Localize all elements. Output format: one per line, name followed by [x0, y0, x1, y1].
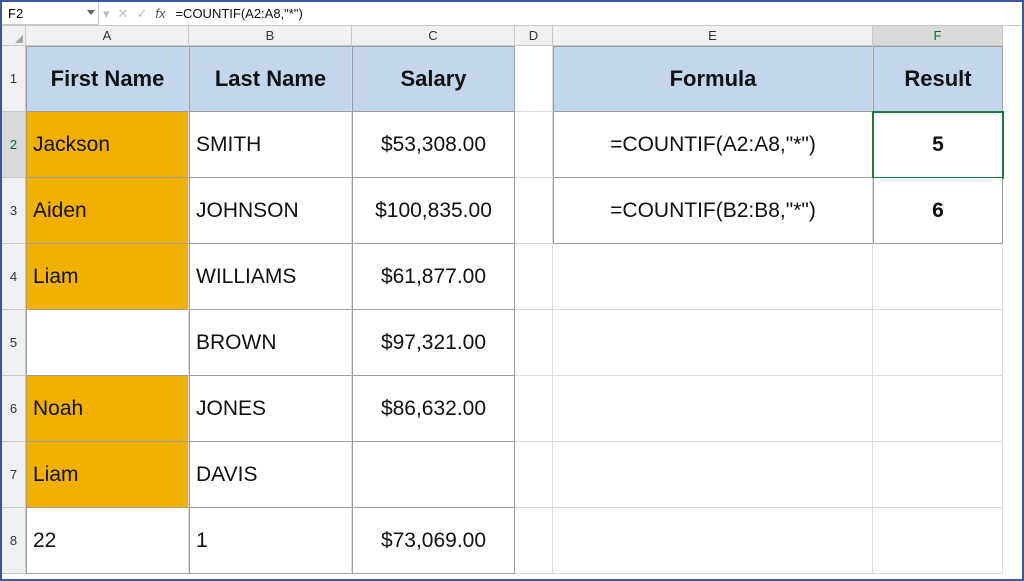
col-header-b[interactable]: B	[189, 26, 352, 46]
chevron-down-icon[interactable]	[87, 10, 95, 15]
cell-a3[interactable]: Aiden	[26, 178, 189, 244]
cell-f8[interactable]	[873, 508, 1003, 574]
cell-b8[interactable]: 1	[189, 508, 352, 574]
cell-a7[interactable]: Liam	[26, 442, 189, 508]
cell-d1[interactable]	[515, 46, 553, 112]
cell-c6[interactable]: $86,632.00	[352, 376, 515, 442]
cell-e5[interactable]	[553, 310, 873, 376]
cell-c4[interactable]: $61,877.00	[352, 244, 515, 310]
cell-d5[interactable]	[515, 310, 553, 376]
cell-a2[interactable]: Jackson	[26, 112, 189, 178]
formula-bar: F2 ▾ ✕ ✓ fx =COUNTIF(A2:A8,"*")	[2, 2, 1022, 26]
header-salary[interactable]: Salary	[352, 46, 515, 112]
formula-input[interactable]: =COUNTIF(A2:A8,"*")	[169, 6, 1022, 21]
cell-f6[interactable]	[873, 376, 1003, 442]
cell-a5[interactable]	[26, 310, 189, 376]
confirm-icon[interactable]: ✓	[136, 6, 147, 22]
cell-a6[interactable]: Noah	[26, 376, 189, 442]
cell-d4[interactable]	[515, 244, 553, 310]
cell-f3[interactable]: 6	[873, 178, 1003, 244]
cell-d3[interactable]	[515, 178, 553, 244]
row-header-4[interactable]: 4	[2, 244, 26, 310]
cell-d8[interactable]	[515, 508, 553, 574]
header-result[interactable]: Result	[873, 46, 1003, 112]
formula-bar-buttons: ▾ ✕ ✓ fx	[99, 6, 169, 22]
cell-e4[interactable]	[553, 244, 873, 310]
col-header-d[interactable]: D	[515, 26, 553, 46]
fx-icon[interactable]: fx	[155, 6, 165, 21]
cell-a4[interactable]: Liam	[26, 244, 189, 310]
cell-b3[interactable]: JOHNSON	[189, 178, 352, 244]
cell-b6[interactable]: JONES	[189, 376, 352, 442]
header-last-name[interactable]: Last Name	[189, 46, 352, 112]
cell-e2[interactable]: =COUNTIF(A2:A8,"*")	[553, 112, 873, 178]
row-header-3[interactable]: 3	[2, 178, 26, 244]
dropdown-icon[interactable]: ▾	[103, 6, 110, 22]
name-box-value: F2	[8, 6, 23, 21]
cell-f2-active[interactable]: 5	[873, 112, 1003, 178]
name-box[interactable]: F2	[2, 3, 99, 25]
col-header-c[interactable]: C	[352, 26, 515, 46]
cell-b2[interactable]: SMITH	[189, 112, 352, 178]
col-header-e[interactable]: E	[553, 26, 873, 46]
cell-c3[interactable]: $100,835.00	[352, 178, 515, 244]
cell-b7[interactable]: DAVIS	[189, 442, 352, 508]
row-header-5[interactable]: 5	[2, 310, 26, 376]
cell-f4[interactable]	[873, 244, 1003, 310]
cell-e7[interactable]	[553, 442, 873, 508]
col-header-f[interactable]: F	[873, 26, 1003, 46]
cell-c7[interactable]	[352, 442, 515, 508]
select-all-corner[interactable]	[2, 26, 26, 46]
row-header-1[interactable]: 1	[2, 46, 26, 112]
cell-d2[interactable]	[515, 112, 553, 178]
cell-d6[interactable]	[515, 376, 553, 442]
header-formula[interactable]: Formula	[553, 46, 873, 112]
spreadsheet-grid: A B C D E F 1 First Name Last Name Salar…	[2, 26, 1022, 574]
header-first-name[interactable]: First Name	[26, 46, 189, 112]
cell-a8[interactable]: 22	[26, 508, 189, 574]
row-header-6[interactable]: 6	[2, 376, 26, 442]
cell-b5[interactable]: BROWN	[189, 310, 352, 376]
row-header-2[interactable]: 2	[2, 112, 26, 178]
cell-f7[interactable]	[873, 442, 1003, 508]
col-header-a[interactable]: A	[26, 26, 189, 46]
cell-c5[interactable]: $97,321.00	[352, 310, 515, 376]
row-header-8[interactable]: 8	[2, 508, 26, 574]
cell-e8[interactable]	[553, 508, 873, 574]
cell-e3[interactable]: =COUNTIF(B2:B8,"*")	[553, 178, 873, 244]
cancel-icon[interactable]: ✕	[118, 6, 129, 22]
cell-c8[interactable]: $73,069.00	[352, 508, 515, 574]
cell-e6[interactable]	[553, 376, 873, 442]
cell-c2[interactable]: $53,308.00	[352, 112, 515, 178]
cell-f5[interactable]	[873, 310, 1003, 376]
cell-b4[interactable]: WILLIAMS	[189, 244, 352, 310]
row-header-7[interactable]: 7	[2, 442, 26, 508]
cell-d7[interactable]	[515, 442, 553, 508]
